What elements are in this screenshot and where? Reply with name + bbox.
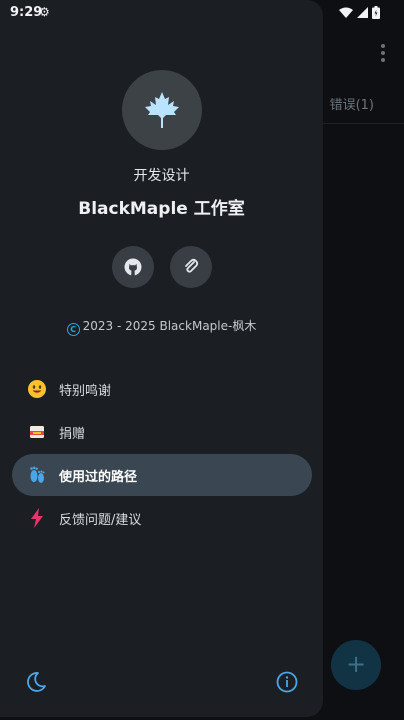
add-fab-button[interactable]: + xyxy=(331,640,381,690)
info-icon[interactable] xyxy=(275,670,299,694)
developer-label: 开发设计 xyxy=(133,168,190,184)
menu-item-donate[interactable]: 捐赠 xyxy=(12,411,312,453)
wifi-icon xyxy=(339,7,353,18)
settings-gear-icon: ⚙ xyxy=(39,5,50,19)
studio-name: BlackMaple 工作室 xyxy=(78,199,245,219)
status-icons xyxy=(339,6,380,19)
attachment-button[interactable] xyxy=(170,246,212,288)
github-button[interactable] xyxy=(112,246,154,288)
avatar xyxy=(122,70,202,150)
status-bar: 9:29 ⚙ xyxy=(0,0,404,26)
maple-leaf-icon xyxy=(145,92,179,128)
copyright-icon: C xyxy=(66,323,80,336)
menu-item-label: 使用过的路径 xyxy=(59,469,138,485)
battery-icon xyxy=(372,6,380,19)
dark-mode-moon-icon[interactable] xyxy=(24,670,48,694)
menu-item-thanks[interactable]: 特别鸣谢 xyxy=(12,368,312,410)
github-icon xyxy=(124,258,142,276)
donate-icon xyxy=(25,420,49,444)
lightning-icon xyxy=(25,506,49,530)
plus-icon: + xyxy=(345,650,367,678)
status-time: 9:29 xyxy=(10,5,43,20)
drawer-menu: 特别鸣谢 捐赠 使用过的路径 反馈问题/建议 xyxy=(12,368,312,540)
footprints-icon xyxy=(25,463,49,487)
menu-item-label: 特别鸣谢 xyxy=(59,383,112,399)
tab-errors[interactable]: 错误(1) xyxy=(330,94,374,113)
menu-item-used-paths[interactable]: 使用过的路径 xyxy=(12,454,312,496)
menu-item-label: 捐赠 xyxy=(59,426,86,442)
menu-item-label: 反馈问题/建议 xyxy=(59,512,142,528)
menu-item-feedback[interactable]: 反馈问题/建议 xyxy=(12,497,312,539)
copyright-line: C 2023 - 2025 BlackMaple-枫木 xyxy=(0,317,323,336)
smile-emoji-icon xyxy=(25,377,49,401)
attachment-icon xyxy=(185,258,199,273)
tab-divider xyxy=(322,123,404,124)
overflow-menu-icon[interactable] xyxy=(380,44,386,65)
copyright-text: 2023 - 2025 BlackMaple-枫木 xyxy=(82,319,257,333)
navigation-drawer: 开发设计 BlackMaple 工作室 C 2023 - 2025 BlackMa… xyxy=(0,0,323,717)
signal-icon xyxy=(357,7,368,18)
